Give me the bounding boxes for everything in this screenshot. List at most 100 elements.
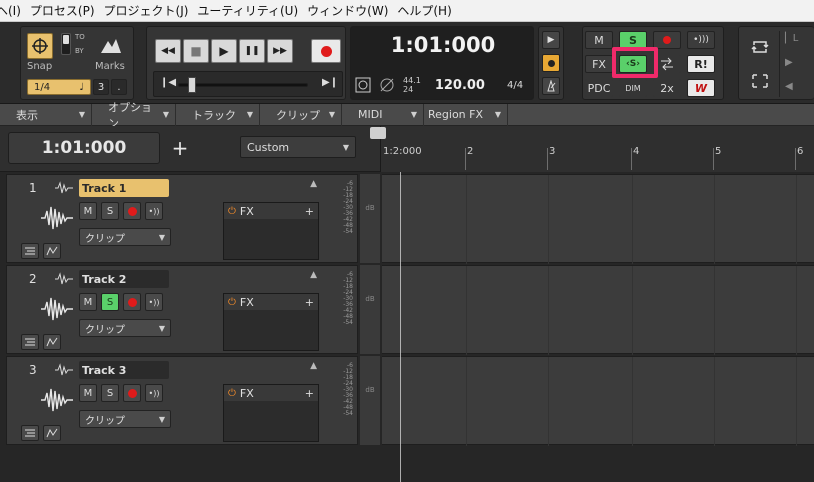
snap-to-by-switch[interactable] — [61, 33, 71, 55]
snap-toggle-button[interactable] — [27, 33, 53, 59]
track-2[interactable]: 2 Track 2 ▲ M S •)) クリップ ▼ ⏻ FX + -6 -12… — [6, 265, 358, 354]
input-echo-button[interactable]: •)) — [145, 384, 163, 402]
loop-arrow-icon[interactable]: ▶ — [785, 57, 793, 68]
mute-button[interactable]: M — [79, 293, 97, 311]
track-name-field[interactable]: Track 1 — [79, 179, 169, 197]
loop-start-icon[interactable]: ▏L — [785, 33, 798, 44]
track-1[interactable]: 1 Track 1 ▲ M S •)) クリップ ▼ ⏻ FX + -6 -12… — [6, 174, 358, 263]
mute-button[interactable]: M — [79, 384, 97, 402]
add-fx-icon[interactable]: + — [305, 205, 314, 218]
stop-button[interactable]: ■ — [183, 39, 209, 63]
fast-forward-button[interactable]: ▶▶ — [267, 39, 293, 63]
mute-all-button[interactable]: M — [585, 31, 613, 49]
collapse-icon[interactable]: ▲ — [310, 361, 317, 371]
add-fx-icon[interactable]: + — [305, 387, 314, 400]
power-icon[interactable]: ⏻ — [228, 206, 236, 217]
play-button[interactable]: ▶ — [211, 39, 237, 63]
menu-item-project[interactable]: プロジェクト(J) — [104, 2, 198, 19]
snap-resolution-select[interactable]: 1/4 ♩ — [27, 79, 91, 95]
snap-count-field[interactable]: 3 — [93, 79, 109, 95]
loop-end-icon[interactable]: ◀ — [785, 81, 793, 92]
loop-play-icon[interactable]: ▶ — [542, 31, 560, 49]
current-time[interactable]: 1:01:000 — [351, 33, 535, 57]
metronome-button[interactable] — [542, 77, 560, 95]
menu-options[interactable]: オプション ▼ — [92, 101, 176, 130]
track-view-select[interactable]: クリップ ▼ — [79, 228, 171, 246]
menu-item-window[interactable]: ウィンドウ(W) — [307, 2, 397, 19]
record-button[interactable] — [311, 39, 341, 63]
menu-item-help[interactable]: ヘルプ(H) — [397, 2, 460, 19]
track-layers-button[interactable] — [21, 425, 39, 441]
menu-item-process[interactable]: プロセス(P) — [30, 2, 104, 19]
fx-rack[interactable]: ⏻ FX + — [223, 293, 319, 351]
offline-render-icon[interactable] — [379, 77, 395, 93]
track-3-clip-lane[interactable] — [382, 356, 814, 446]
track-layers-button[interactable] — [21, 334, 39, 350]
track-view-preset-select[interactable]: Custom ▼ — [240, 136, 356, 158]
solo-button[interactable]: S — [101, 384, 119, 402]
time-signature[interactable]: 4/4 — [507, 80, 523, 91]
menu-region-fx[interactable]: Region FX ▼ — [424, 103, 508, 126]
now-time-display[interactable]: 1:01:000 — [8, 132, 160, 164]
read-automation-button[interactable]: R! — [687, 55, 715, 73]
record-arm-button[interactable] — [123, 293, 141, 311]
mute-button[interactable]: M — [79, 202, 97, 220]
menu-item-utility[interactable]: ユーティリティ(U) — [197, 2, 307, 19]
fx-rack[interactable]: ⏻ FX + — [223, 384, 319, 442]
track-name-field[interactable]: Track 2 — [79, 270, 169, 288]
track-3[interactable]: 3 Track 3 ▲ M S •)) クリップ ▼ ⏻ FX + -6 -12… — [6, 356, 358, 445]
double-speed-button[interactable]: 2x — [653, 79, 681, 97]
fx-rack-header: ⏻ FX + — [224, 203, 318, 219]
collapse-icon[interactable]: ▲ — [310, 270, 317, 280]
track-name-field[interactable]: Track 3 — [79, 361, 169, 379]
record-arm-button[interactable] — [123, 202, 141, 220]
marks-icon[interactable] — [99, 35, 123, 55]
input-echo-button[interactable]: •)) — [145, 202, 163, 220]
automation-button[interactable] — [43, 425, 61, 441]
collapse-icon[interactable]: ▲ — [310, 179, 317, 189]
record-arm-button[interactable] — [123, 384, 141, 402]
track-2-clip-lane[interactable] — [382, 265, 814, 355]
fx-bypass-button[interactable]: FX — [585, 55, 613, 73]
loop-icon[interactable] — [751, 39, 769, 55]
track-1-clip-lane[interactable] — [382, 174, 814, 264]
timeline-ruler[interactable]: 1:2:000 2 3 4 5 6 — [380, 126, 814, 172]
add-fx-icon[interactable]: + — [305, 296, 314, 309]
auto-punch-button[interactable] — [542, 54, 560, 72]
record-arm-all-button[interactable] — [653, 31, 681, 49]
automation-button[interactable] — [43, 334, 61, 350]
menu-item-i[interactable]: ヘ(I) — [0, 2, 30, 19]
fit-loop-icon[interactable] — [751, 73, 769, 89]
track-view-select[interactable]: クリップ ▼ — [79, 319, 171, 337]
input-echo-button[interactable]: •)) — [145, 293, 163, 311]
menu-clip[interactable]: クリップ ▼ — [260, 103, 342, 126]
add-track-button[interactable]: + — [168, 136, 192, 160]
scrub-track[interactable] — [178, 83, 308, 87]
track-2-db-column: dB — [360, 265, 380, 354]
fx-rack[interactable]: ⏻ FX + — [223, 202, 319, 260]
playhead-handle[interactable] — [370, 127, 386, 139]
solo-button[interactable]: S — [101, 293, 119, 311]
scrub-handle[interactable] — [188, 77, 196, 93]
automation-button[interactable] — [43, 243, 61, 259]
menu-midi[interactable]: MIDI ▼ — [342, 103, 424, 126]
pdc-button[interactable]: PDC — [585, 79, 613, 97]
rewind-button[interactable]: ◀◀ — [155, 39, 181, 63]
power-icon[interactable]: ⏻ — [228, 388, 236, 399]
tempo-value[interactable]: 120.00 — [435, 78, 485, 93]
menu-track[interactable]: トラック ▼ — [176, 103, 260, 126]
pause-button[interactable]: ❚❚ — [239, 39, 265, 63]
snap-dot-button[interactable]: . — [111, 79, 127, 95]
track-view-select[interactable]: クリップ ▼ — [79, 410, 171, 428]
power-icon[interactable]: ⏻ — [228, 297, 236, 308]
go-to-start-icon[interactable]: ❙◀ — [160, 77, 176, 88]
write-automation-button[interactable]: W — [687, 79, 715, 97]
menu-view[interactable]: 表示 ▼ — [0, 103, 92, 126]
input-echo-button[interactable]: •))) — [687, 31, 715, 49]
go-to-end-icon[interactable]: ▶❙ — [322, 77, 338, 88]
metronome-sync-icon[interactable] — [355, 77, 371, 93]
timeline-scrubber[interactable]: ❙◀ ▶❙ — [153, 71, 343, 97]
track-layers-button[interactable] — [21, 243, 39, 259]
dim-button[interactable]: DIM — [619, 79, 647, 97]
solo-button[interactable]: S — [101, 202, 119, 220]
